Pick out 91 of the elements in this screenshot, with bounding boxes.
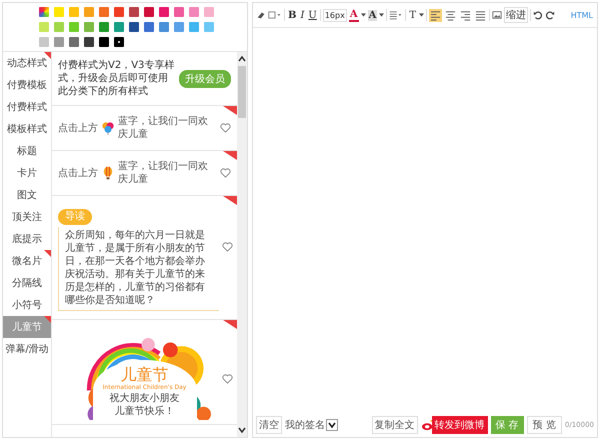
color-swatch[interactable]: [99, 37, 109, 47]
follow-text: 点击上方: [58, 166, 98, 180]
color-swatch[interactable]: [204, 22, 214, 32]
format-dropdown-icon[interactable]: [268, 10, 282, 20]
color-swatch[interactable]: [99, 22, 109, 32]
category-tab[interactable]: 图文: [3, 184, 51, 206]
color-swatch[interactable]: [99, 7, 109, 17]
signature-select[interactable]: 我的签名: [285, 418, 338, 432]
color-swatch[interactable]: [174, 22, 184, 32]
color-swatch[interactable]: [204, 7, 214, 17]
align-button[interactable]: [429, 8, 442, 22]
color-swatch[interactable]: [114, 22, 124, 32]
color-picker-button[interactable]: [114, 37, 124, 47]
color-swatch[interactable]: [129, 7, 139, 17]
category-tab[interactable]: 卡片: [3, 162, 51, 184]
poster-greeting: 祝大朋友小朋友: [110, 392, 180, 405]
color-swatch[interactable]: [189, 7, 199, 17]
heart-icon[interactable]: [220, 123, 231, 133]
heart-icon[interactable]: [220, 168, 231, 178]
eraser-icon[interactable]: [256, 10, 266, 20]
follow-text: 蓝字，让我们一同欢庆儿童: [118, 160, 209, 186]
template-card[interactable]: 点击上方 蓝字，让我们一同欢庆儿童: [52, 151, 237, 196]
poster-greeting: 儿童节快乐！: [114, 405, 174, 418]
scrollbar[interactable]: [237, 52, 247, 437]
follow-text: 点击上方: [58, 122, 98, 134]
text-size-button[interactable]: T: [408, 10, 418, 20]
clear-button[interactable]: 清空: [256, 416, 282, 434]
chevron-down-icon[interactable]: [326, 419, 338, 431]
indent-button[interactable]: 缩进: [504, 7, 528, 23]
align-button[interactable]: [474, 8, 488, 22]
poster-title: 儿童节: [120, 366, 168, 384]
color-swatch[interactable]: [84, 7, 94, 17]
color-swatch[interactable]: [84, 37, 94, 47]
category-tab[interactable]: 顶关注: [3, 206, 51, 228]
share-weibo-button[interactable]: 转发到微博: [432, 416, 488, 434]
balloons-icon: [101, 121, 115, 135]
color-swatch[interactable]: [84, 22, 94, 32]
underline-button[interactable]: U: [307, 10, 318, 20]
color-swatch[interactable]: [174, 7, 184, 17]
preview-button[interactable]: 预 览: [526, 416, 562, 434]
caret-icon[interactable]: [360, 13, 366, 17]
category-tab[interactable]: 底提示: [3, 228, 51, 250]
heart-icon[interactable]: [222, 374, 233, 384]
color-swatch[interactable]: [69, 22, 79, 32]
follow-text: 蓝字，让我们一同欢庆儿童: [118, 115, 209, 141]
color-swatch[interactable]: [159, 7, 169, 17]
background-color-button[interactable]: A: [368, 10, 378, 20]
scrollbar-thumb[interactable]: [238, 66, 246, 118]
template-card[interactable]: 点击上方 蓝字，让我们一同欢庆儿童: [52, 106, 237, 151]
color-swatch[interactable]: [189, 22, 199, 32]
cloud-badge: 导读: [58, 209, 92, 225]
template-card[interactable]: 导读 众所周知，每年的六月一日就是儿童节，是属于所有小朋友的节日，在那一天各个地方都会举办庆祝活动。那有关于儿童节的来历是怎样的，儿童节的习俗都有哪些你是否知道呢？: [52, 196, 237, 320]
image-icon[interactable]: [492, 10, 502, 20]
multicolor-swatch[interactable]: [39, 7, 49, 17]
category-tab[interactable]: 付费模板: [3, 74, 51, 96]
color-swatch[interactable]: [114, 7, 124, 17]
color-swatch[interactable]: [144, 22, 154, 32]
heart-icon[interactable]: [222, 242, 233, 252]
redo-icon[interactable]: [545, 10, 556, 20]
category-tab[interactable]: 模板样式: [3, 118, 51, 140]
align-button[interactable]: [459, 8, 472, 22]
color-swatch[interactable]: [129, 22, 139, 32]
category-tab[interactable]: 分隔线: [3, 272, 51, 294]
color-swatch[interactable]: [54, 7, 64, 17]
hot-air-balloon-icon: [101, 166, 115, 180]
category-tab[interactable]: 弹幕/滑动: [3, 338, 51, 360]
category-tab[interactable]: 标题: [3, 140, 51, 162]
line-spacing-icon[interactable]: [389, 10, 404, 20]
scroll-up-icon[interactable]: [237, 55, 247, 63]
intro-paragraph: 众所周知，每年的六月一日就是儿童节，是属于所有小朋友的节日，在那一天各个地方都会举办庆祝活动。那有关于儿童节的来历是怎样的，儿童节的习俗都有哪些你是否知道呢？: [65, 229, 206, 307]
color-swatch[interactable]: [54, 37, 64, 47]
copy-all-button[interactable]: 复制全文: [372, 416, 418, 434]
color-swatch[interactable]: [39, 22, 49, 32]
color-swatch[interactable]: [54, 22, 64, 32]
category-tab[interactable]: 付费样式: [3, 96, 51, 118]
color-swatch[interactable]: [69, 7, 79, 17]
undo-icon[interactable]: [533, 10, 544, 20]
font-size-button[interactable]: 16px: [322, 8, 347, 22]
color-swatch[interactable]: [159, 22, 169, 32]
caret-icon[interactable]: [379, 13, 384, 17]
scroll-down-icon[interactable]: [237, 426, 247, 434]
color-swatch[interactable]: [39, 37, 49, 47]
bold-button[interactable]: B: [287, 10, 298, 20]
italic-button[interactable]: I: [299, 10, 306, 20]
upgrade-notice: 付费样式为V2，V3专享样式，升级会员后即可使用此分类下的所有样式: [58, 59, 175, 98]
caret-icon[interactable]: [419, 13, 424, 17]
color-swatch[interactable]: [144, 7, 154, 17]
category-tab[interactable]: 小符号: [3, 294, 51, 316]
color-swatch[interactable]: [69, 37, 79, 47]
align-button[interactable]: [444, 8, 458, 22]
font-color-button[interactable]: A: [348, 8, 359, 22]
